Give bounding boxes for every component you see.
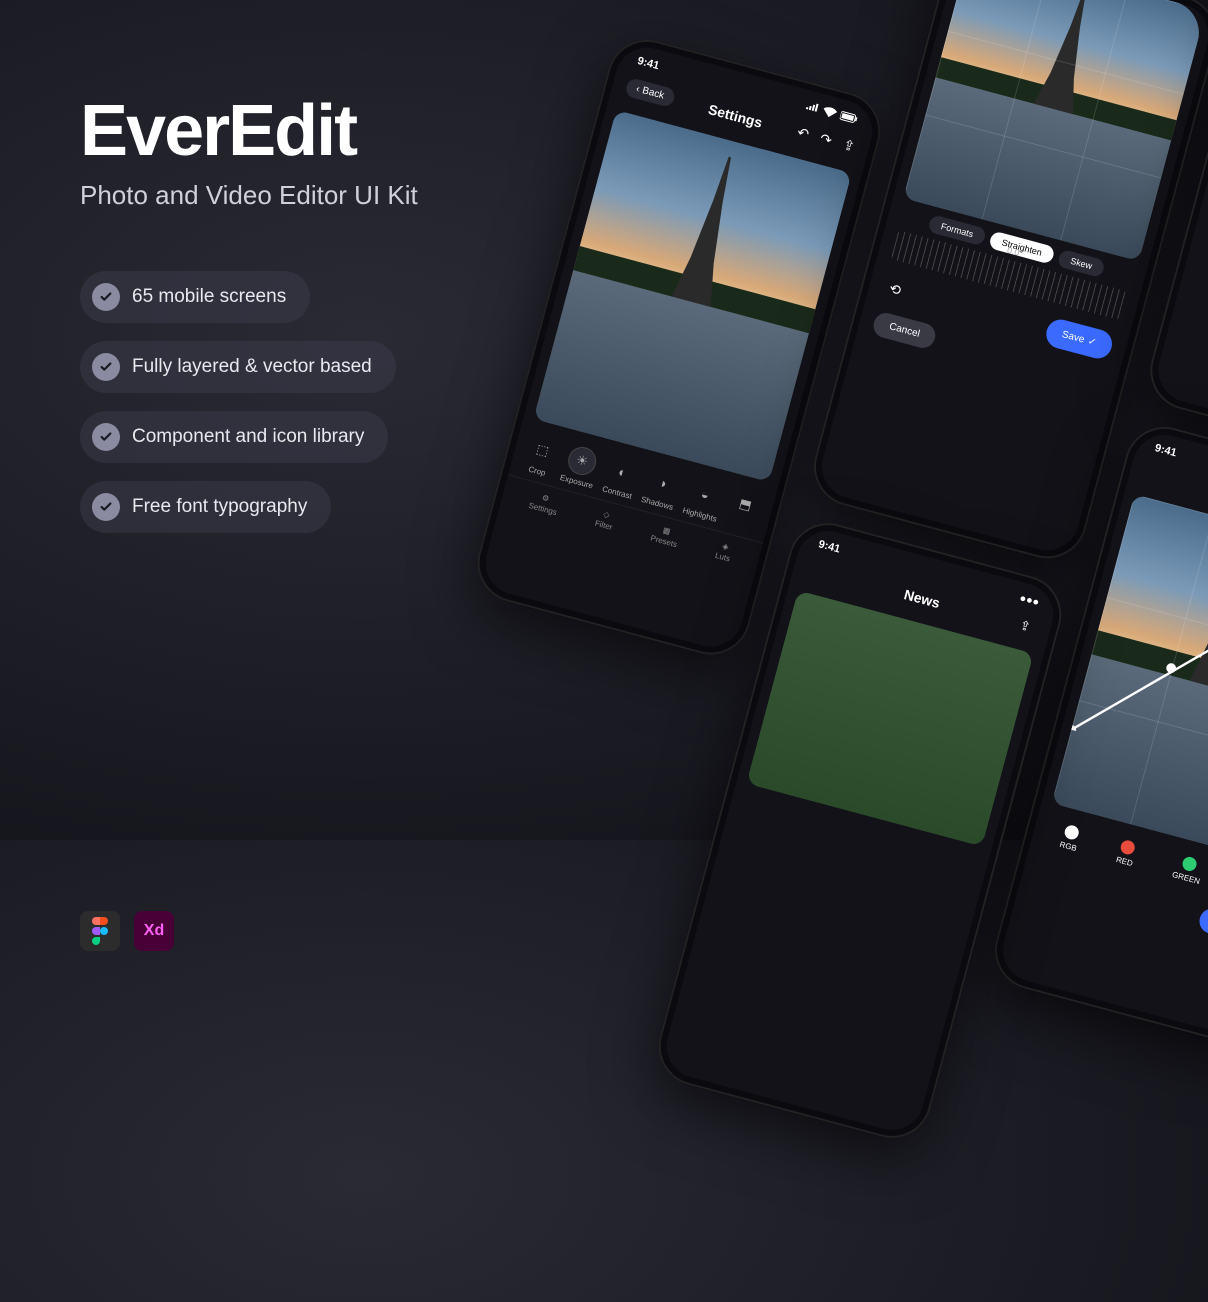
undo-icon[interactable]: ↶ <box>795 124 811 143</box>
screen-title: Settings <box>707 101 764 131</box>
status-time: 9:41 <box>636 55 660 72</box>
exposure-tool[interactable]: ☀Exposure <box>559 443 602 490</box>
feature-label: Fully layered & vector based <box>132 356 372 378</box>
crop-tool[interactable]: ⬚Crop <box>522 433 559 479</box>
back-label: Back <box>641 85 665 101</box>
channel-green[interactable]: GREEN <box>1171 854 1205 886</box>
tab-presets[interactable]: ▦Presets <box>650 523 681 549</box>
check-icon <box>92 423 120 451</box>
save-button[interactable]: Save✓ <box>1197 906 1208 948</box>
tab-luts[interactable]: ◈Luts <box>714 540 734 563</box>
figma-icon <box>80 911 120 951</box>
feature-item: Fully layered & vector based <box>80 341 396 393</box>
chevron-left-icon: ‹ <box>635 84 641 95</box>
tab-filter[interactable]: ◇Filter <box>594 508 616 532</box>
tab-settings[interactable]: ⚙Settings <box>528 490 561 517</box>
crop-icon[interactable]: ⬒ <box>725 488 762 534</box>
curve-editor[interactable] <box>1052 494 1208 866</box>
feature-label: Component and icon library <box>132 426 364 448</box>
feature-item: 65 mobile screens <box>80 271 310 323</box>
redo-icon[interactable]: ↷ <box>818 130 834 149</box>
feature-label: Free font typography <box>132 496 307 518</box>
save-button[interactable]: Save✓ <box>1043 316 1115 361</box>
screen-title: News <box>902 586 941 611</box>
shadows-tool[interactable]: ◑Shadows <box>640 465 682 512</box>
xd-icon: Xd <box>134 911 174 951</box>
share-icon[interactable]: ⇪ <box>841 136 857 155</box>
feature-label: 65 mobile screens <box>132 286 286 308</box>
photo-preview[interactable] <box>533 110 852 482</box>
channel-red[interactable]: RED <box>1115 839 1138 868</box>
status-time: 9:41 <box>817 538 841 555</box>
check-icon: ✓ <box>1087 336 1098 349</box>
back-button[interactable]: ‹ Back <box>624 77 676 108</box>
check-icon <box>92 283 120 311</box>
feature-item: Component and icon library <box>80 411 388 463</box>
check-icon <box>92 493 120 521</box>
channel-rgb[interactable]: RGB <box>1059 823 1082 853</box>
status-time: 9:41 <box>1154 442 1178 459</box>
share-icon[interactable]: ⇪ <box>1018 617 1033 635</box>
product-title: EverEdit <box>80 90 560 172</box>
contrast-tool[interactable]: ◐Contrast <box>601 454 641 500</box>
rotate-icon[interactable]: ⟲ <box>880 273 910 307</box>
highlights-tool[interactable]: ◒Highlights <box>682 476 726 524</box>
check-icon <box>92 353 120 381</box>
feature-item: Free font typography <box>80 481 331 533</box>
product-subtitle: Photo and Video Editor UI Kit <box>80 180 560 211</box>
